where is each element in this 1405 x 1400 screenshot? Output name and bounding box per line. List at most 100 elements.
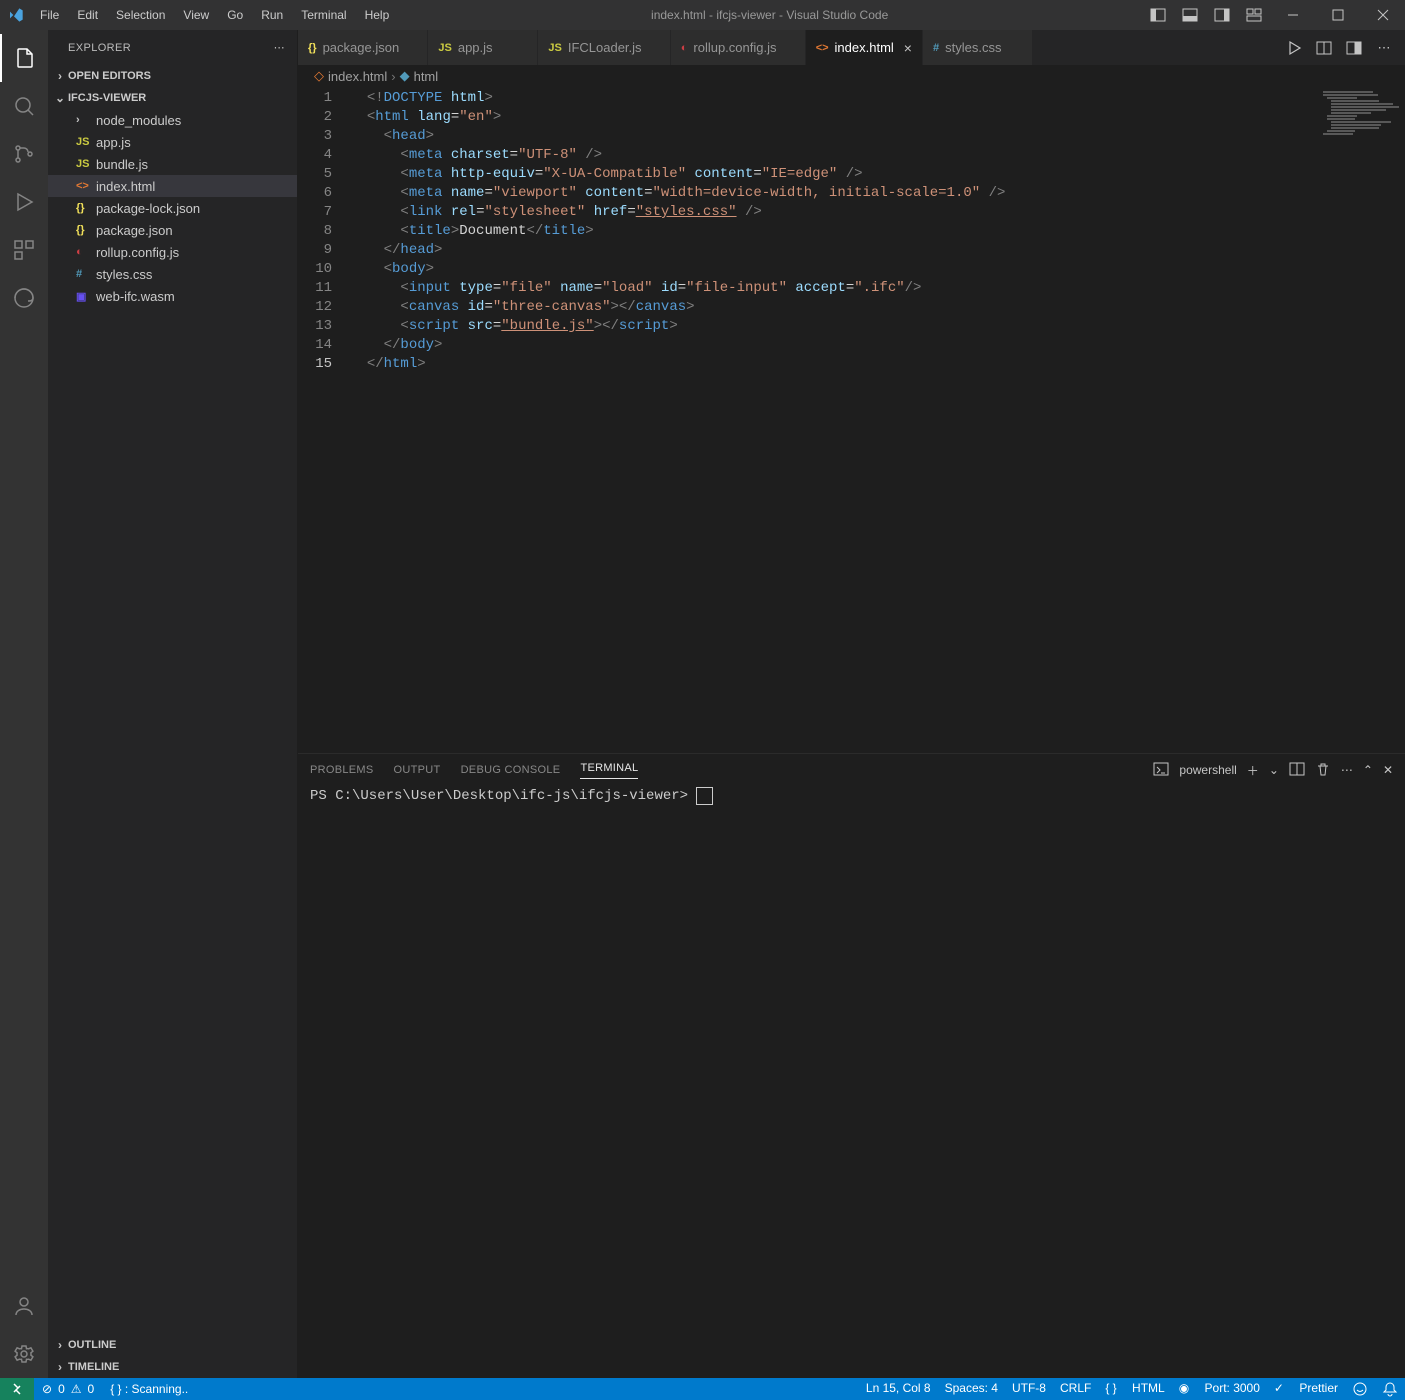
code-line[interactable]: <meta name="viewport" content="width=dev… bbox=[350, 184, 1315, 203]
activity-accounts-icon[interactable] bbox=[0, 1282, 48, 1330]
code-line[interactable]: <title>Document</title> bbox=[350, 222, 1315, 241]
editor-tab[interactable]: #styles.css× bbox=[923, 30, 1033, 65]
breadcrumb[interactable]: ◇ index.html › ◆ html bbox=[298, 65, 1405, 87]
status-encoding[interactable]: UTF-8 bbox=[1005, 1381, 1053, 1395]
menu-help[interactable]: Help bbox=[357, 4, 398, 26]
code-content[interactable]: <!DOCTYPE html> <html lang="en"> <head> … bbox=[350, 87, 1315, 753]
editor-tab[interactable]: JSIFCLoader.js× bbox=[538, 30, 670, 65]
file-row[interactable]: ◐rollup.config.js bbox=[48, 241, 297, 263]
editor-tab[interactable]: JSapp.js× bbox=[428, 30, 538, 65]
kill-terminal-icon[interactable] bbox=[1315, 761, 1331, 780]
split-right-icon[interactable] bbox=[1343, 40, 1365, 56]
code-line[interactable]: <body> bbox=[350, 260, 1315, 279]
menu-view[interactable]: View bbox=[175, 4, 217, 26]
code-line[interactable]: <meta charset="UTF-8" /> bbox=[350, 146, 1315, 165]
status-scanning[interactable]: { } : Scanning.. bbox=[102, 1378, 196, 1400]
remote-indicator-icon[interactable] bbox=[0, 1378, 34, 1400]
menu-file[interactable]: File bbox=[32, 4, 67, 26]
status-spaces[interactable]: Spaces: 4 bbox=[938, 1381, 1005, 1395]
code-line[interactable]: <input type="file" name="load" id="file-… bbox=[350, 279, 1315, 298]
code-line[interactable]: <head> bbox=[350, 127, 1315, 146]
status-language[interactable]: { } HTML bbox=[1098, 1381, 1171, 1395]
editor-tab[interactable]: {}package.json× bbox=[298, 30, 428, 65]
activity-explorer-icon[interactable] bbox=[0, 34, 48, 82]
split-terminal-icon[interactable] bbox=[1289, 761, 1305, 780]
panel-tab-debug-console[interactable]: DEBUG CONSOLE bbox=[461, 764, 561, 776]
file-row[interactable]: #styles.css bbox=[48, 263, 297, 285]
file-row[interactable]: ▣web-ifc.wasm bbox=[48, 285, 297, 307]
check-icon: ✓ bbox=[1274, 1381, 1284, 1395]
toggle-panel-icon[interactable] bbox=[1174, 0, 1206, 30]
broadcast-icon: ◉ bbox=[1179, 1381, 1189, 1395]
terminal-body[interactable]: PS C:\Users\User\Desktop\ifc-js\ifcjs-vi… bbox=[298, 786, 1405, 1378]
panel-tab-problems[interactable]: PROBLEMS bbox=[310, 764, 374, 776]
status-feedback-icon[interactable] bbox=[1345, 1381, 1375, 1397]
editor-tab[interactable]: <>index.html× bbox=[806, 30, 923, 65]
editor-more-icon[interactable]: ⋯ bbox=[1373, 40, 1395, 56]
code-line[interactable]: <html lang="en"> bbox=[350, 108, 1315, 127]
terminal-dropdown-icon[interactable]: ⌄ bbox=[1269, 763, 1279, 777]
customize-layout-icon[interactable] bbox=[1238, 0, 1270, 30]
folder-row[interactable]: ›node_modules bbox=[48, 109, 297, 131]
activity-settings-icon[interactable] bbox=[0, 1330, 48, 1378]
close-tab-icon[interactable]: × bbox=[904, 40, 912, 56]
tab-label: app.js bbox=[458, 40, 493, 55]
menu-selection[interactable]: Selection bbox=[108, 4, 173, 26]
menu-run[interactable]: Run bbox=[253, 4, 291, 26]
explorer-more-icon[interactable]: ⋯ bbox=[274, 41, 285, 54]
new-terminal-icon[interactable]: ＋ bbox=[1247, 762, 1259, 779]
file-name: app.js bbox=[96, 135, 131, 150]
code-line[interactable]: </html> bbox=[350, 355, 1315, 374]
panel-tab-output[interactable]: OUTPUT bbox=[394, 764, 441, 776]
run-icon[interactable] bbox=[1283, 40, 1305, 56]
breadcrumb-symbol[interactable]: html bbox=[414, 69, 439, 84]
close-panel-icon[interactable]: ✕ bbox=[1383, 763, 1393, 777]
activity-extensions-icon[interactable] bbox=[0, 226, 48, 274]
outline-section[interactable]: › OUTLINE bbox=[48, 1334, 297, 1356]
code-line[interactable]: </body> bbox=[350, 336, 1315, 355]
code-line[interactable]: <link rel="stylesheet" href="styles.css"… bbox=[350, 203, 1315, 222]
code-line[interactable]: <meta http-equiv="X-UA-Compatible" conte… bbox=[350, 165, 1315, 184]
panel-more-icon[interactable]: ⋯ bbox=[1341, 763, 1353, 777]
file-row[interactable]: <>index.html bbox=[48, 175, 297, 197]
status-problems[interactable]: ⊘0 ⚠0 bbox=[34, 1378, 102, 1400]
editor-body[interactable]: 123456789101112131415 <!DOCTYPE html> <h… bbox=[298, 87, 1405, 753]
window-minimize-icon[interactable] bbox=[1270, 0, 1315, 30]
status-lncol[interactable]: Ln 15, Col 8 bbox=[859, 1381, 938, 1395]
file-row[interactable]: {}package.json bbox=[48, 219, 297, 241]
activity-edge-icon[interactable] bbox=[0, 274, 48, 322]
menu-go[interactable]: Go bbox=[219, 4, 251, 26]
toggle-secondary-sidebar-icon[interactable] bbox=[1206, 0, 1238, 30]
menu-terminal[interactable]: Terminal bbox=[293, 4, 354, 26]
maximize-panel-icon[interactable]: ⌃ bbox=[1363, 763, 1373, 777]
activity-search-icon[interactable] bbox=[0, 82, 48, 130]
editor-tab[interactable]: ◐rollup.config.js× bbox=[671, 30, 806, 65]
panel-tab-terminal[interactable]: TERMINAL bbox=[580, 762, 638, 779]
toggle-primary-sidebar-icon[interactable] bbox=[1142, 0, 1174, 30]
terminal-shell-label[interactable]: powershell bbox=[1179, 763, 1236, 777]
breadcrumb-file[interactable]: index.html bbox=[328, 69, 387, 84]
file-name: styles.css bbox=[96, 267, 152, 282]
minimap[interactable] bbox=[1315, 87, 1405, 753]
activity-source-control-icon[interactable] bbox=[0, 130, 48, 178]
split-editor-icon[interactable] bbox=[1313, 40, 1335, 56]
code-line[interactable]: </head> bbox=[350, 241, 1315, 260]
timeline-section[interactable]: › TIMELINE bbox=[48, 1356, 297, 1378]
file-row[interactable]: {}package-lock.json bbox=[48, 197, 297, 219]
code-line[interactable]: <!DOCTYPE html> bbox=[350, 89, 1315, 108]
code-line[interactable]: <canvas id="three-canvas"></canvas> bbox=[350, 298, 1315, 317]
open-editors-section[interactable]: › OPEN EDITORS bbox=[48, 65, 297, 87]
status-bell-icon[interactable] bbox=[1375, 1381, 1405, 1397]
code-line[interactable]: <script src="bundle.js"></script> bbox=[350, 317, 1315, 336]
file-row[interactable]: JSapp.js bbox=[48, 131, 297, 153]
activity-run-debug-icon[interactable] bbox=[0, 178, 48, 226]
status-prettier[interactable]: ✓ Prettier bbox=[1267, 1381, 1345, 1395]
window-close-icon[interactable] bbox=[1360, 0, 1405, 30]
status-port[interactable]: ◉ Port: 3000 bbox=[1172, 1381, 1267, 1395]
file-row[interactable]: JSbundle.js bbox=[48, 153, 297, 175]
status-eol[interactable]: CRLF bbox=[1053, 1381, 1098, 1395]
window-maximize-icon[interactable] bbox=[1315, 0, 1360, 30]
window-title: index.html - ifcjs-viewer - Visual Studi… bbox=[397, 8, 1142, 22]
menu-edit[interactable]: Edit bbox=[69, 4, 106, 26]
project-section[interactable]: ⌄ IFCJS-VIEWER bbox=[48, 87, 297, 109]
